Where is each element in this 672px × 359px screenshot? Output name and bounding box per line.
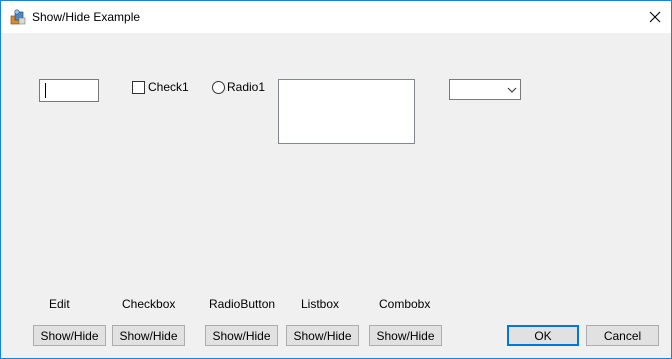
- checkbox-control[interactable]: Check1: [132, 80, 189, 94]
- app-icon: [10, 9, 26, 25]
- close-icon: [649, 11, 661, 23]
- show-hide-listbox-button[interactable]: Show/Hide: [286, 325, 359, 346]
- radio-control[interactable]: Radio1: [212, 80, 265, 94]
- label-radiobutton: RadioButton: [209, 297, 276, 311]
- close-button[interactable]: [639, 1, 671, 33]
- label-checkbox: Checkbox: [122, 297, 176, 311]
- window-title: Show/Hide Example: [32, 10, 141, 24]
- chevron-down-icon[interactable]: [507, 84, 517, 98]
- listbox[interactable]: [278, 79, 415, 144]
- label-listbox: Listbox: [301, 297, 340, 311]
- show-hide-combobox-button[interactable]: Show/Hide: [369, 325, 442, 346]
- show-hide-edit-button[interactable]: Show/Hide: [33, 325, 106, 346]
- radio-label: Radio1: [227, 80, 266, 94]
- title-bar[interactable]: Show/Hide Example: [1, 1, 671, 33]
- checkbox-box[interactable]: [132, 80, 145, 94]
- show-hide-radio-button[interactable]: Show/Hide: [205, 325, 278, 346]
- text-caret: [45, 83, 46, 98]
- show-hide-checkbox-button[interactable]: Show/Hide: [112, 325, 185, 346]
- ok-button[interactable]: OK: [507, 325, 579, 346]
- label-edit: Edit: [49, 297, 70, 311]
- edit-input[interactable]: [39, 79, 99, 102]
- cancel-button[interactable]: Cancel: [586, 325, 659, 346]
- checkbox-label: Check1: [148, 80, 189, 94]
- label-combobox: Combobx: [379, 297, 431, 311]
- combobox[interactable]: [449, 79, 521, 100]
- dialog-window: Show/Hide Example Check1 Radio1 Edit Che…: [0, 0, 672, 359]
- radio-circle[interactable]: [212, 80, 225, 94]
